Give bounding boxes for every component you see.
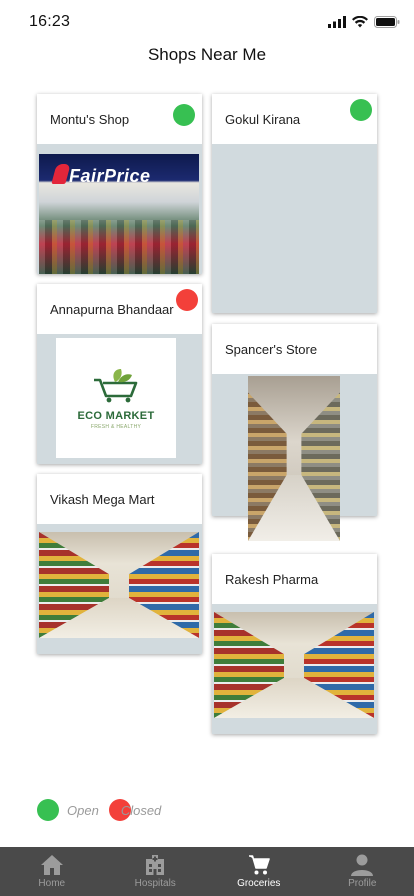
shop-photo — [248, 376, 340, 541]
shop-card[interactable]: Rakesh Pharma — [212, 554, 377, 734]
shop-name: Spancer's Store — [225, 341, 318, 357]
shop-card[interactable]: Vikash Mega Mart — [37, 474, 202, 654]
eco-market-text: ECO MARKET — [77, 410, 155, 422]
shop-card-header: Rakesh Pharma — [212, 554, 377, 604]
tab-label: Home — [38, 878, 66, 889]
shop-card[interactable]: Annapurna Bhandaar ECO MARKET FRESH & HE… — [37, 284, 202, 464]
shop-photo — [214, 612, 374, 718]
fairprice-logo-mark — [51, 164, 71, 184]
battery-icon — [374, 16, 400, 28]
hospital-icon — [143, 853, 167, 877]
shop-card[interactable]: Montu's Shop FairPrice — [37, 94, 202, 274]
status-bar: 16:23 — [0, 0, 414, 44]
shop-card[interactable]: Gokul Kirana — [212, 94, 377, 313]
shop-card-header: Vikash Mega Mart — [37, 474, 202, 524]
cart-logo-icon — [94, 369, 138, 403]
wifi-icon — [352, 16, 368, 28]
tab-profile[interactable]: Profile — [311, 847, 414, 896]
shop-name: Gokul Kirana — [225, 111, 301, 127]
tab-home[interactable]: Home — [0, 847, 104, 896]
shop-name: Annapurna Bhandaar — [50, 301, 174, 317]
shop-name: Montu's Shop — [50, 111, 130, 127]
tab-groceries[interactable]: Groceries — [207, 847, 311, 896]
eco-market-subtext: FRESH & HEALTHY — [90, 424, 142, 430]
closed-legend-label: Closed — [120, 802, 162, 818]
shop-card-header: Montu's Shop — [37, 94, 202, 144]
tab-label: Hospitals — [134, 878, 176, 889]
tab-label: Profile — [348, 878, 377, 889]
bottom-tab-bar: Home Hospitals Groceries Profile — [0, 847, 414, 896]
store-shelves — [39, 220, 199, 274]
status-icons — [328, 16, 400, 28]
fairprice-sign: FairPrice — [69, 166, 151, 186]
eco-market-logo: ECO MARKET FRESH & HEALTHY — [56, 338, 176, 458]
shop-name: Rakesh Pharma — [225, 571, 319, 587]
open-legend-dot — [37, 799, 59, 821]
shop-name: Vikash Mega Mart — [50, 491, 155, 507]
shop-card-header: Gokul Kirana — [212, 94, 377, 144]
signal-icon — [328, 16, 346, 28]
shop-card-header: Spancer's Store — [212, 324, 377, 374]
page-title: Shops Near Me — [147, 45, 267, 64]
open-status-dot — [350, 99, 372, 121]
status-legend: Open Closed — [37, 799, 161, 821]
tab-hospitals[interactable]: Hospitals — [104, 847, 208, 896]
shop-card[interactable]: Spancer's Store — [212, 324, 377, 541]
home-icon — [40, 853, 64, 877]
open-legend-label: Open — [67, 802, 99, 818]
closed-status-dot — [176, 289, 198, 311]
open-status-dot — [173, 104, 195, 126]
shop-card-header: Annapurna Bhandaar — [37, 284, 202, 334]
shop-photo: FairPrice — [39, 154, 199, 274]
tab-label: Groceries — [237, 878, 281, 889]
cart-icon — [247, 853, 271, 877]
shop-photo — [39, 532, 199, 638]
status-time: 16:23 — [29, 13, 71, 30]
person-icon — [350, 853, 374, 877]
